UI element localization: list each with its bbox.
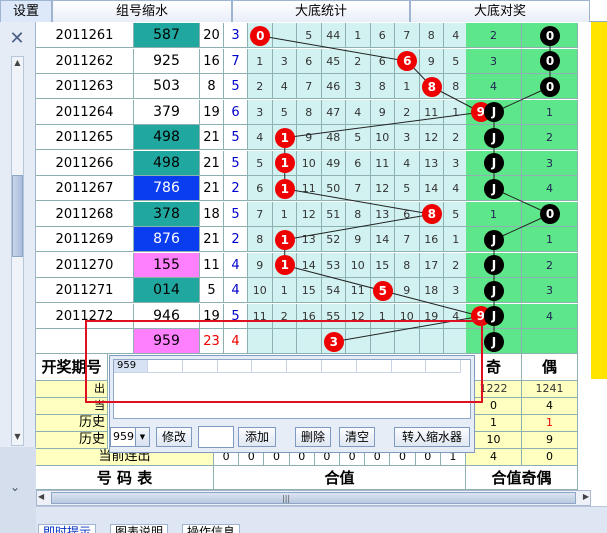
red-ball: 1 <box>274 178 295 199</box>
tab-settings[interactable]: 设置 <box>0 0 52 22</box>
modify-button[interactable]: 修改 <box>156 427 192 447</box>
tab-big-stats[interactable]: 大底统计 <box>232 0 410 22</box>
black-ball: J <box>484 229 504 250</box>
chevron-down-icon[interactable]: ⌄ <box>10 480 20 494</box>
black-ball: J <box>484 127 504 148</box>
import-shrinker-button[interactable]: 转入缩水器 <box>394 427 470 447</box>
horizontal-scrollbar-thumb[interactable]: ||| <box>51 492 576 504</box>
tab-group-shrink[interactable]: 组号缩水 <box>52 0 232 22</box>
stat4-even: 9 <box>522 432 578 449</box>
add-button[interactable]: 添加 <box>238 427 276 447</box>
streak-even: 0 <box>522 449 578 466</box>
hezhi-label: 合值 <box>214 466 466 490</box>
scroll-up-icon[interactable]: ▲ <box>12 58 23 67</box>
stat2-even: 4 <box>522 398 578 415</box>
red-ball: 8 <box>421 204 442 225</box>
tab-operation-info[interactable]: 操作信息 <box>182 524 241 533</box>
black-ball: 0 <box>540 25 560 46</box>
left-panel: ✕ ▲ ▼ ⌄ <box>0 22 36 533</box>
tab-big-prize[interactable]: 大底对奖 <box>410 0 590 22</box>
app-window: 设置 组号缩水 大底统计 大底对奖 ✕ ▲ ▼ ⌄ 20112615872030… <box>0 0 607 533</box>
red-ball: 8 <box>421 76 442 97</box>
trend-line <box>284 213 432 241</box>
tab-chart-desc[interactable]: 图表说明 <box>110 524 169 533</box>
horizontal-scrollbar[interactable]: ◀ ||| ▶ <box>36 490 591 506</box>
close-icon[interactable]: ✕ <box>8 30 26 48</box>
trend-line <box>284 111 481 139</box>
left-scrollbar-thumb[interactable] <box>12 175 23 257</box>
red-ball: 5 <box>372 280 393 301</box>
trend-line <box>284 264 383 292</box>
black-ball: J <box>484 331 504 352</box>
number-select-value: 959 <box>113 430 134 443</box>
red-ball: 1 <box>274 229 295 250</box>
trend-lines <box>260 35 551 343</box>
scroll-down-icon[interactable]: ▼ <box>12 432 23 441</box>
history-label-1: 历史 <box>36 415 108 432</box>
clear-button[interactable]: 清空 <box>339 427 375 447</box>
tab-bar: 设置 组号缩水 大底统计 大底对奖 <box>0 0 607 22</box>
black-ball: 0 <box>540 76 560 97</box>
left-collapse-area: ⌄ <box>0 447 36 533</box>
left-scrollbar[interactable]: ▲ ▼ <box>11 56 24 446</box>
black-ball: J <box>484 178 504 199</box>
number-table-label: 号 码 表 <box>36 466 214 490</box>
hezhi-oe-label: 合值奇偶 <box>466 466 578 490</box>
scroll-left-icon[interactable]: ◀ <box>38 492 44 501</box>
number-select[interactable]: 959 ▼ <box>110 427 150 447</box>
trend-line <box>284 188 432 215</box>
bottom-tab-bar: 即时提示 图表说明 操作信息 <box>36 506 607 533</box>
stat3-even: 1 <box>522 415 578 432</box>
tab-instant-tips[interactable]: 即时提示 <box>38 524 97 533</box>
red-ball: 1 <box>274 127 295 148</box>
grip-icon: ||| <box>282 494 291 503</box>
trend-line <box>260 35 408 62</box>
stat1-even: 1241 <box>522 381 578 398</box>
scroll-right-icon[interactable]: ▶ <box>583 492 589 501</box>
delete-button[interactable]: 删除 <box>295 427 331 447</box>
red-ball: 0 <box>250 25 271 46</box>
number-input[interactable] <box>198 426 234 448</box>
trend-line <box>382 290 481 317</box>
red-ball: 1 <box>274 255 295 276</box>
chevron-down-icon[interactable]: ▼ <box>135 428 149 446</box>
history-label-2: 历史 <box>36 432 108 449</box>
red-ball: 1 <box>274 153 295 174</box>
black-ball: J <box>484 280 504 301</box>
even-header: 偶 <box>522 354 578 381</box>
highlight-box <box>85 320 483 403</box>
